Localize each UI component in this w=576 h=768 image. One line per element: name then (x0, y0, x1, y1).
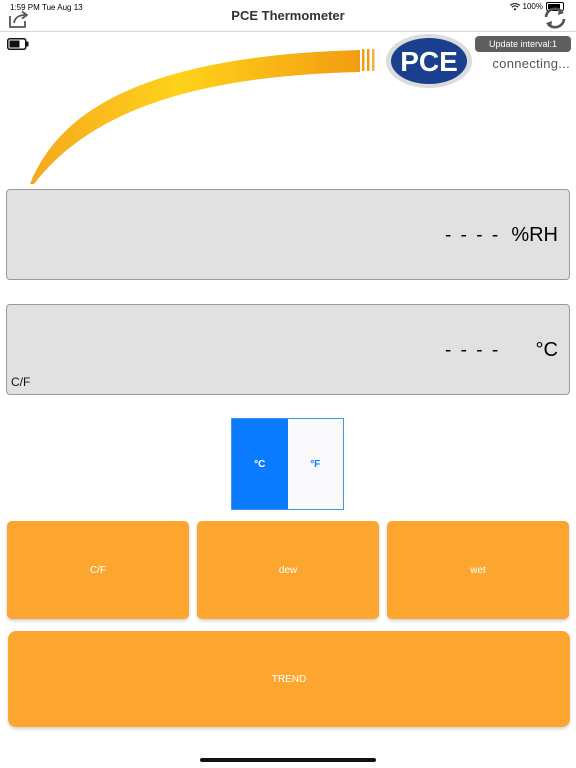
device-battery-icon (7, 38, 29, 50)
gauge-arc (30, 49, 375, 184)
humidity-unit: %RH (511, 224, 558, 246)
page-title: PCE Thermometer (231, 8, 345, 23)
unit-segmented-control: °C °F (231, 418, 344, 510)
dew-button[interactable]: dew (197, 521, 379, 619)
temperature-unit: °C (535, 339, 558, 361)
wet-button[interactable]: wet (387, 521, 569, 619)
pce-logo: PCE Inst. (386, 34, 472, 88)
fahrenheit-option[interactable]: °F (287, 419, 343, 509)
navigation-bar: PCE Thermometer (0, 0, 576, 32)
celsius-option[interactable]: °C (232, 419, 288, 509)
refresh-icon[interactable] (542, 6, 568, 30)
humidity-value: - - - - (445, 225, 501, 246)
connection-status: connecting... (492, 56, 570, 71)
cf-button[interactable]: C/F (7, 521, 189, 619)
home-indicator[interactable] (200, 758, 376, 762)
svg-text:Inst.: Inst. (425, 59, 437, 65)
share-icon[interactable] (8, 10, 30, 28)
temperature-panel: - - - - °C C/F (6, 304, 570, 395)
trend-button[interactable]: TREND (8, 631, 570, 727)
temperature-mode-tag: C/F (11, 375, 31, 389)
app-screen: 1:59 PM Tue Aug 13 100% PCE Thermometer (0, 0, 576, 768)
humidity-panel: - - - - %RH (6, 189, 570, 280)
temperature-value: - - - - (445, 340, 501, 361)
update-interval-button[interactable]: Update interval:1 (475, 36, 571, 52)
